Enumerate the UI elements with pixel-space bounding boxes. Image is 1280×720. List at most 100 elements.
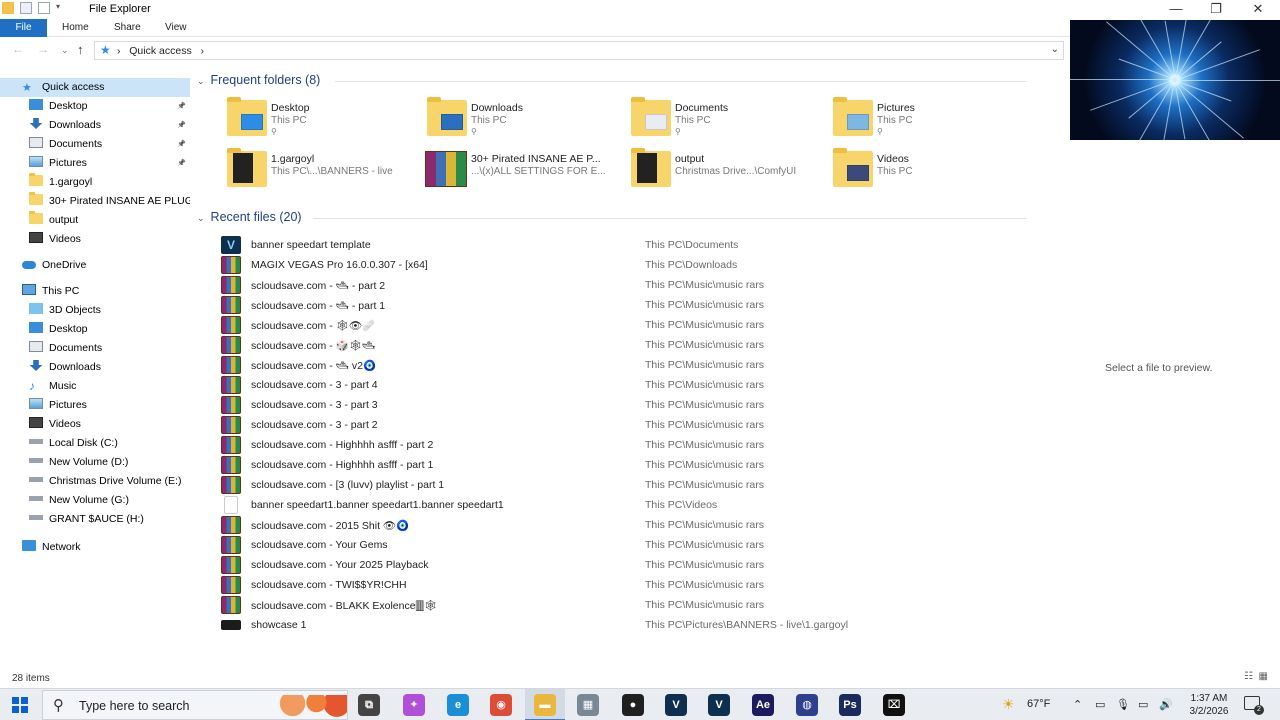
list-item[interactable]: scloudsave.com - Highhhh asfff - part 2 T… (221, 435, 1021, 455)
breadcrumb-quick-access[interactable]: Quick access (129, 45, 191, 57)
up-button[interactable]: ↑ (77, 42, 84, 57)
weather-icon[interactable]: ☀ (1002, 696, 1015, 713)
vegas-alt-icon[interactable]: V (708, 694, 730, 716)
sphere-icon[interactable]: ◍ (796, 694, 818, 716)
sidebar-item[interactable]: 1.gargoyl (0, 173, 190, 192)
sidebar-item[interactable]: Videos (0, 415, 190, 434)
volume-icon[interactable]: 🔊 (1159, 698, 1173, 711)
obs-icon[interactable]: ● (622, 694, 644, 716)
folder-name: Downloads (471, 102, 523, 114)
taskbar-search[interactable]: ⚲ Type here to search (42, 690, 348, 720)
list-item[interactable]: MAGIX VEGAS Pro 16.0.0.307 - [x64] This P… (221, 255, 1021, 275)
sidebar-item[interactable]: GRANT $AUCE (H:) (0, 510, 190, 529)
sidebar-item[interactable]: Desktop (0, 320, 190, 339)
recent-files-header[interactable]: ⌄ Recent files (20) (197, 210, 302, 224)
sidebar-item[interactable]: Downloads 📌 (0, 116, 190, 135)
network-icon[interactable]: ▭ (1138, 698, 1148, 711)
list-item[interactable]: scloudsave.com - 3 - part 2 This PC\Music… (221, 415, 1021, 435)
list-item[interactable]: scloudsave.com - 🛥 - part 1 This PC\Music… (221, 295, 1021, 315)
folder-tile[interactable]: Downloads This PC ⚲ (427, 97, 627, 144)
rar-file-icon (221, 576, 241, 594)
folder-tile[interactable]: output Christmas Drive...\ComfyUI (631, 148, 831, 195)
list-item[interactable]: scloudsave.com - 🛥 - part 2 This PC\Music… (221, 275, 1021, 295)
sidebar-item[interactable]: Videos (0, 230, 190, 249)
forward-button[interactable]: → (37, 42, 49, 56)
sidebar-item[interactable]: New Volume (D:) (0, 453, 190, 472)
folder-tile[interactable]: Videos This PC (833, 148, 1033, 195)
list-item[interactable]: scloudsave.com - 🛥 v2🧿 This PC\Music\musi… (221, 355, 1021, 375)
sidebar-item[interactable]: Local Disk (C:) (0, 434, 190, 453)
windows-start-icon[interactable] (12, 697, 28, 713)
list-item[interactable]: scloudsave.com - Your Gems This PC\Music\… (221, 535, 1021, 555)
properties-icon[interactable] (20, 2, 32, 14)
file-explorer-icon[interactable]: ▬ (534, 694, 556, 716)
list-item[interactable]: scloudsave.com - [3 (luvv) playlist - pa… (221, 475, 1021, 495)
edge-icon[interactable]: e (447, 694, 469, 716)
list-item[interactable]: scloudsave.com - Your 2025 Playback This … (221, 555, 1021, 575)
sidebar-item[interactable]: ★ Quick access (0, 78, 190, 97)
sidebar-item[interactable]: 30+ Pirated INSANE AE PLUGIN (0, 192, 190, 211)
tab-home[interactable]: Home (54, 19, 97, 37)
chevron-down-icon[interactable]: ▾ (56, 2, 60, 14)
list-item[interactable]: scloudsave.com - 🎲🕸🛥 This PC\Music\music … (221, 335, 1021, 355)
sidebar-item[interactable]: Downloads (0, 358, 190, 377)
tab-view[interactable]: View (157, 19, 195, 37)
microphone-icon[interactable]: 🎙 (1116, 698, 1130, 711)
folder-tile[interactable]: Pictures This PC ⚲ (833, 97, 1033, 144)
breadcrumb[interactable]: › Quick access › (117, 45, 204, 57)
sidebar-item[interactable]: output (0, 211, 190, 230)
list-item[interactable]: scloudsave.com - Highhhh asfff - part 1 T… (221, 455, 1021, 475)
sidebar-item[interactable]: Christmas Drive Volume (E:) (0, 472, 190, 491)
sidebar-item[interactable]: Pictures (0, 396, 190, 415)
minimize-button[interactable]: — (1156, 0, 1196, 19)
address-bar[interactable]: ★ › Quick access › ⌄ (94, 41, 1064, 60)
sidebar-item[interactable]: Documents (0, 339, 190, 358)
frequent-folders-header[interactable]: ⌄ Frequent folders (8) (197, 73, 320, 87)
sidebar-item[interactable]: Network (0, 538, 190, 557)
list-item[interactable]: scloudsave.com - TWI$$YR!CHH This PC\Musi… (221, 575, 1021, 595)
show-hidden-icons-icon[interactable]: ⌃ (1073, 698, 1082, 711)
list-item[interactable]: scloudsave.com - BLAKK Exolence🀫🕸 This PC… (221, 595, 1021, 615)
capcut-icon[interactable]: ⌧ (883, 694, 905, 716)
sidebar-item[interactable]: 3D Objects (0, 301, 190, 320)
tab-file[interactable]: File (0, 19, 47, 37)
list-item[interactable]: scloudsave.com - 3 - part 4 This PC\Music… (221, 375, 1021, 395)
list-item[interactable]: Vbanner speedart template This PC\Documen… (221, 235, 1021, 255)
folder-tile[interactable]: 30+ Pirated INSANE AE P... ...\(x)ALL SET… (425, 151, 627, 195)
clock[interactable]: 1:37 AM 3/2/2026 (1183, 692, 1235, 718)
back-button[interactable]: ← (12, 42, 24, 56)
task-view-icon[interactable]: ⧉ (358, 694, 380, 716)
after-effects-icon[interactable]: Ae (752, 694, 774, 716)
list-item[interactable]: showcase 1 This PC\Pictures\BANNERS - liv… (221, 615, 1021, 635)
sidebar-item[interactable]: New Volume (G:) (0, 491, 190, 510)
new-folder-icon[interactable] (38, 2, 50, 14)
list-item[interactable]: scloudsave.com - 2015 Shit 👁🧿 This PC\Mus… (221, 515, 1021, 535)
photoshop-icon[interactable]: Ps (839, 694, 861, 716)
maximize-button[interactable]: ❐ (1196, 0, 1236, 19)
list-item[interactable]: scloudsave.com - 🕸👁🩹 This PC\Music\music … (221, 315, 1021, 335)
app-icon[interactable]: ▦ (577, 694, 599, 716)
sidebar-item[interactable]: Desktop 📌 (0, 97, 190, 116)
details-view-icon[interactable]: ☷ (1244, 671, 1253, 682)
recent-locations-button[interactable]: ⌄ (61, 45, 69, 56)
list-item[interactable]: scloudsave.com - 3 - part 3 This PC\Music… (221, 395, 1021, 415)
folder-tile[interactable]: Documents This PC ⚲ (631, 97, 831, 144)
sidebar-item[interactable]: Pictures 📌 (0, 154, 190, 173)
chevron-down-icon[interactable]: ⌄ (1051, 44, 1059, 55)
list-item[interactable]: banner speedart1.banner speedart1.banner… (221, 495, 1021, 515)
chrome-icon[interactable]: ◉ (490, 694, 512, 716)
weather-temperature[interactable]: 67°F (1027, 698, 1050, 710)
sidebar-item[interactable]: ♪ Music (0, 377, 190, 396)
folder-location: This PC (271, 115, 307, 126)
sidebar-item[interactable]: Documents 📌 (0, 135, 190, 154)
sidebar-item[interactable]: OneDrive (0, 256, 190, 275)
sidebar-item[interactable]: This PC (0, 282, 190, 301)
copilot-icon[interactable]: ✦ (403, 694, 425, 716)
folder-tile[interactable]: Desktop This PC ⚲ (227, 97, 427, 144)
tab-share[interactable]: Share (106, 19, 149, 37)
battery-icon[interactable]: ▭ (1095, 698, 1105, 711)
large-icons-view-icon[interactable]: ▦ (1259, 671, 1268, 682)
folder-tile[interactable]: 1.gargoyl This PC\...\BANNERS - live (227, 148, 427, 195)
vegas-icon[interactable]: V (665, 694, 687, 716)
close-button[interactable]: ✕ (1238, 0, 1278, 19)
